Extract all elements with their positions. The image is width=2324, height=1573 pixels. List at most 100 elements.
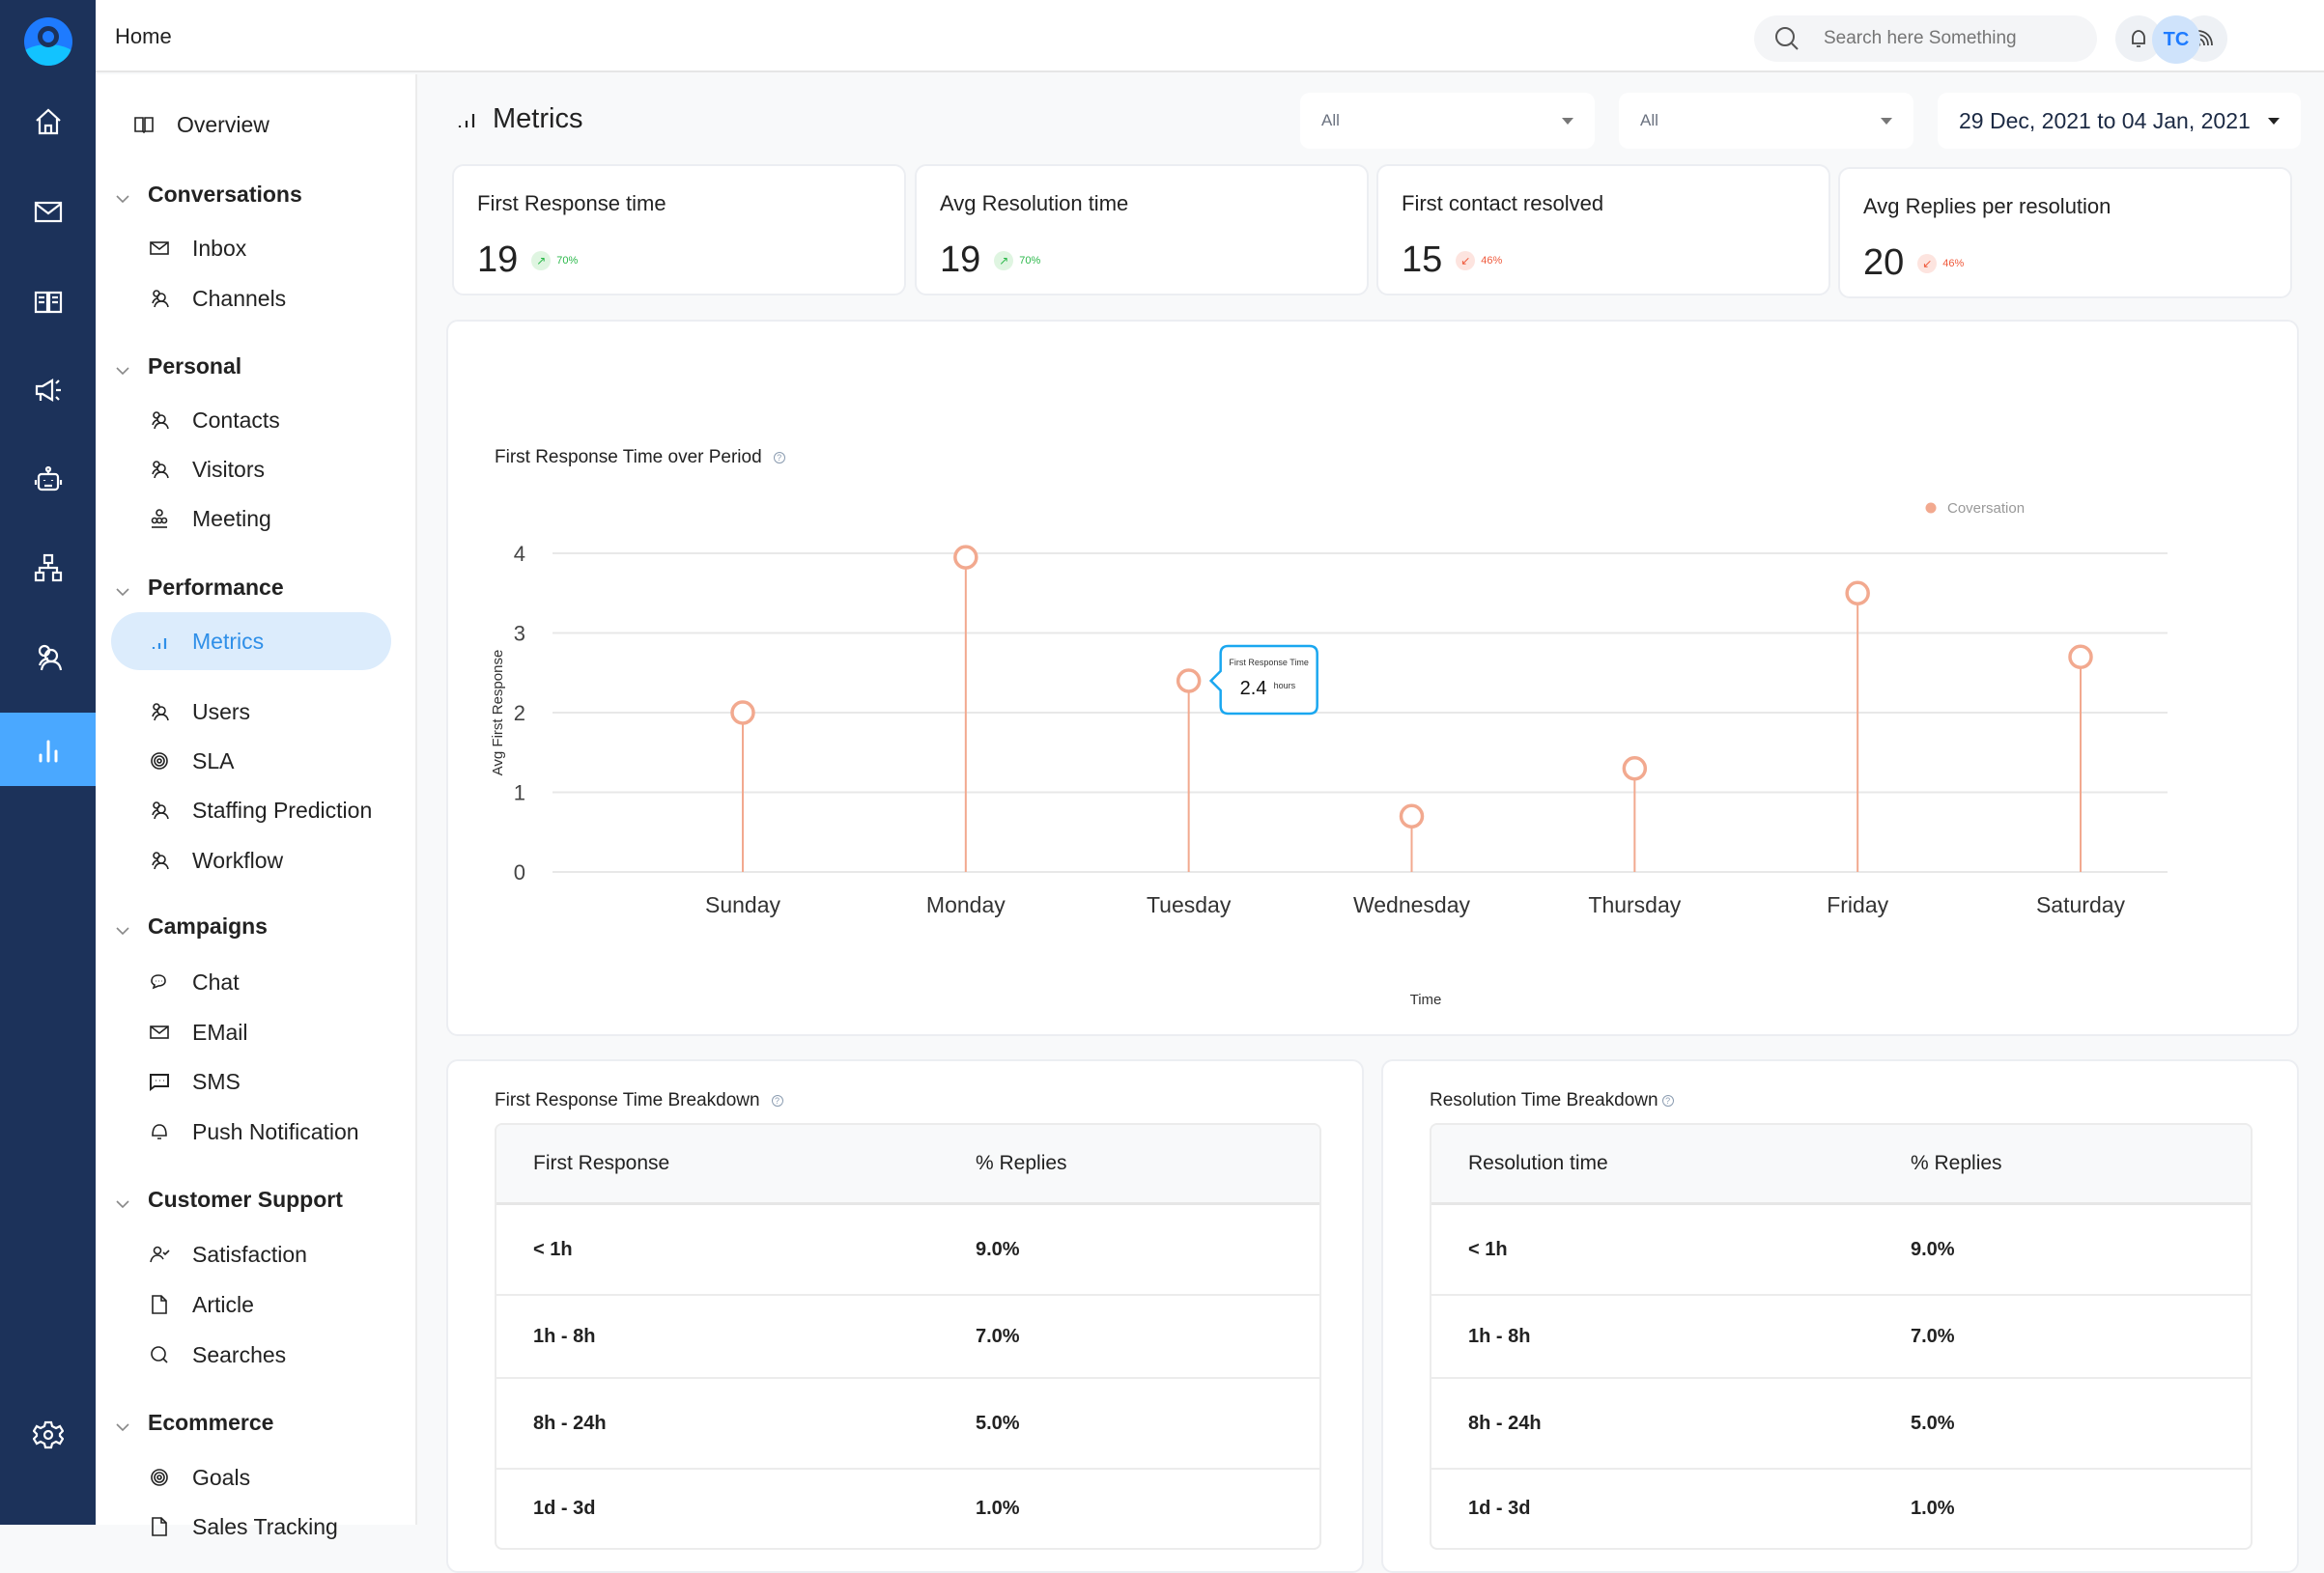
- icon-rail: [0, 0, 96, 1525]
- point-sunday: [730, 700, 755, 725]
- kpi-card: Avg Resolution time 19 ↗ 70%: [915, 164, 1369, 295]
- search-input[interactable]: [1824, 28, 2075, 49]
- nav-label: Visitors: [192, 456, 265, 482]
- rail-bot[interactable]: [0, 442, 96, 516]
- rail-settings[interactable]: [0, 1398, 96, 1472]
- robot-icon: [34, 465, 62, 492]
- breadcrumb[interactable]: Home: [115, 24, 172, 49]
- nav-satisfaction[interactable]: Satisfaction: [146, 1233, 307, 1276]
- kpi-card: First Response time 19 ↗ 70%: [452, 164, 906, 295]
- app-logo[interactable]: [24, 17, 72, 66]
- kpi-label: First Response time: [477, 191, 666, 215]
- cell: 1d - 3d: [1468, 1497, 1531, 1519]
- nav-label: EMail: [192, 1019, 248, 1045]
- nav-sales-tracking[interactable]: Sales Tracking: [146, 1505, 338, 1548]
- nav-meeting[interactable]: Meeting: [146, 497, 271, 540]
- nav-push-notification[interactable]: Push Notification: [146, 1110, 359, 1153]
- nav-metrics[interactable]: Metrics: [111, 612, 391, 670]
- nav-staffing-prediction[interactable]: Staffing Prediction: [146, 789, 372, 831]
- nav-label: Users: [192, 698, 251, 724]
- x-tick-label: Saturday: [2036, 892, 2126, 917]
- nav-label: Staffing Prediction: [192, 797, 373, 823]
- help-icon[interactable]: ?: [1661, 1095, 1674, 1107]
- cell: 9.0%: [976, 1238, 1020, 1260]
- y-tick-label: 3: [514, 622, 525, 646]
- nav-label: Article: [192, 1291, 254, 1317]
- column-header: First Response: [533, 1152, 670, 1174]
- rail-users[interactable]: [0, 621, 96, 694]
- nav-label: Contacts: [192, 407, 280, 433]
- nav-sla[interactable]: SLA: [146, 740, 234, 782]
- nav-inbox[interactable]: Inbox: [146, 227, 246, 269]
- kpi-change: 70%: [1019, 254, 1041, 267]
- rail-analytics[interactable]: [0, 713, 96, 786]
- nav-label: Channels: [192, 285, 287, 311]
- page-title-text: Metrics: [493, 103, 583, 134]
- nav-overview-label: Overview: [177, 111, 269, 137]
- card-title-text: Resolution Time Breakdown: [1430, 1090, 1658, 1110]
- page-title: Metrics: [456, 103, 582, 135]
- rt-breakdown-card: Resolution Time Breakdown? Resolution ti…: [1381, 1059, 2299, 1573]
- main-content: Metrics All All 29 Dec, 2021 to 04 Jan, …: [419, 74, 2324, 1573]
- nav-label: Chat: [192, 969, 240, 995]
- nav-section-campaigns[interactable]: Campaigns: [115, 907, 268, 945]
- kpi-number: 15: [1402, 239, 1443, 280]
- rail-campaigns[interactable]: [0, 353, 96, 427]
- users-icon: [146, 847, 173, 874]
- nav-visitors[interactable]: Visitors: [146, 448, 265, 491]
- filter-select-2[interactable]: All: [1619, 93, 1913, 149]
- nav-section-personal[interactable]: Personal: [115, 347, 241, 385]
- user-avatar[interactable]: TC: [2152, 15, 2200, 64]
- nav-label: SMS: [192, 1068, 241, 1094]
- kpi-value: 15 ↙ 46%: [1402, 239, 1502, 281]
- nav-contacts[interactable]: Contacts: [146, 399, 280, 441]
- point-friday: [1845, 580, 1870, 605]
- date-range-picker[interactable]: 29 Dec, 2021 to 04 Jan, 2021: [1938, 93, 2301, 149]
- message-icon: [146, 1068, 173, 1095]
- rail-hierarchy[interactable]: [0, 531, 96, 604]
- nav-workflow[interactable]: Workflow: [146, 839, 283, 882]
- bar-chart-icon: [146, 628, 173, 655]
- chart-card: First Response Time over Period? 0 1 2 3 4 Av…: [446, 320, 2299, 1036]
- nav-channels[interactable]: Channels: [146, 277, 286, 320]
- cell: 9.0%: [1911, 1238, 1955, 1260]
- point-thursday: [1622, 756, 1648, 781]
- kpi-change: 46%: [1481, 254, 1503, 267]
- nav-sms[interactable]: SMS: [146, 1060, 241, 1103]
- book-icon: [34, 291, 62, 314]
- section-title: Personal: [148, 352, 242, 379]
- rail-mail[interactable]: [0, 175, 96, 248]
- nav-searches[interactable]: Searches: [146, 1334, 286, 1376]
- legend-label: Coversation: [1947, 500, 2025, 517]
- nav-label: Searches: [192, 1341, 287, 1367]
- rail-knowledge-base[interactable]: [0, 265, 96, 338]
- nav-label: Satisfaction: [192, 1241, 307, 1267]
- rt-breakdown-table: Resolution time % Replies < 1h 9.0% 1h - …: [1430, 1123, 2253, 1550]
- nav-section-performance[interactable]: Performance: [115, 568, 284, 606]
- cell: 5.0%: [976, 1412, 1020, 1434]
- users-icon: [38, 644, 62, 671]
- nav-article[interactable]: Article: [146, 1283, 254, 1326]
- rail-home[interactable]: [0, 85, 96, 158]
- secondary-nav: Overview Conversations Inbox Channels Pe…: [96, 74, 417, 1539]
- table-header: Resolution time % Replies: [1431, 1125, 2251, 1205]
- point-wednesday: [1399, 803, 1425, 829]
- nav-section-ecommerce[interactable]: Ecommerce: [115, 1403, 273, 1442]
- users-icon: [146, 407, 173, 434]
- nav-section-conversations[interactable]: Conversations: [115, 175, 302, 213]
- date-range-value: 29 Dec, 2021 to 04 Jan, 2021: [1959, 107, 2251, 133]
- kpi-number: 20: [1863, 242, 1905, 283]
- nav-email[interactable]: EMail: [146, 1011, 248, 1053]
- nav-label: Workflow: [192, 847, 284, 873]
- help-icon[interactable]: ?: [771, 1095, 783, 1107]
- filter-select-1[interactable]: All: [1300, 93, 1595, 149]
- chevron-down-icon: [115, 1192, 130, 1209]
- nav-chat[interactable]: Chat: [146, 961, 240, 1003]
- nav-section-customer-support[interactable]: Customer Support: [115, 1180, 343, 1219]
- users-icon: [146, 797, 173, 824]
- search-bar[interactable]: [1754, 15, 2097, 62]
- nav-label: Sales Tracking: [192, 1513, 338, 1539]
- nav-goals[interactable]: Goals: [146, 1456, 250, 1499]
- nav-overview[interactable]: Overview: [130, 103, 269, 146]
- nav-users[interactable]: Users: [146, 690, 250, 733]
